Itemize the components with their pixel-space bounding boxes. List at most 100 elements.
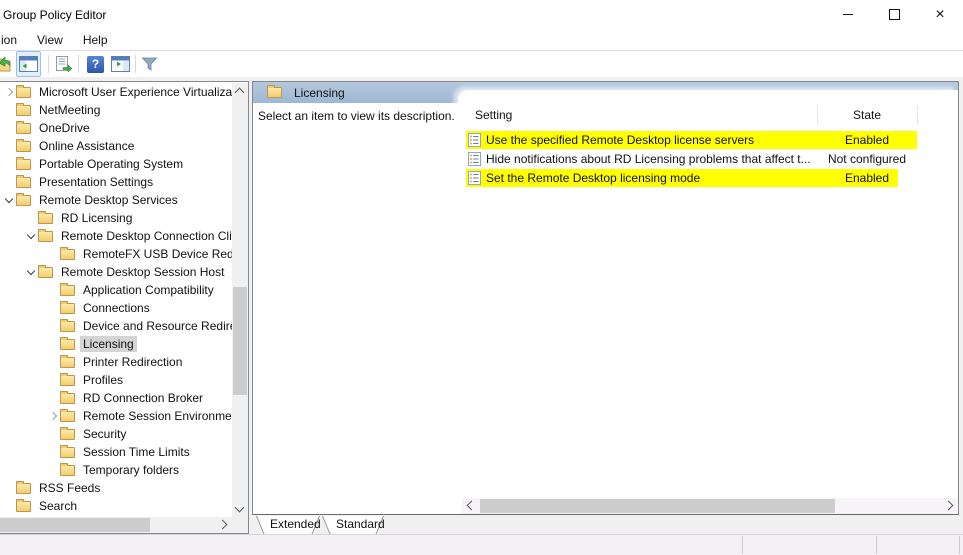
console-tree-panel: Microsoft User Experience Virtualizat Net… <box>0 81 249 534</box>
chevron-right-icon[interactable] <box>46 407 60 425</box>
column-header-state[interactable]: State <box>817 108 917 122</box>
console-window-icon[interactable] <box>0 54 14 74</box>
tree-item[interactable]: Security <box>0 425 232 443</box>
tree-item-label: NetMeeting <box>39 103 101 117</box>
scroll-thumb[interactable] <box>233 287 247 395</box>
tree-item-label: Licensing <box>80 336 137 352</box>
folder-icon <box>60 408 75 422</box>
filter-button[interactable] <box>141 53 158 75</box>
chevron-down-icon[interactable] <box>24 263 38 281</box>
tree-item[interactable]: Application Compatibility <box>0 281 232 299</box>
tab-standard[interactable]: Standard <box>322 516 385 535</box>
chevron-down-icon[interactable] <box>2 191 16 209</box>
show-console-tree-button[interactable] <box>16 51 41 77</box>
setting-name: Hide notifications about RD Licensing pr… <box>486 151 811 166</box>
scroll-left-button[interactable] <box>462 498 478 514</box>
menu-help[interactable]: Help <box>73 33 118 47</box>
tree-horizontal-scrollbar[interactable] <box>0 517 232 533</box>
maximize-button[interactable] <box>871 0 917 29</box>
column-separator[interactable] <box>917 105 918 124</box>
scroll-right-button[interactable] <box>942 498 958 514</box>
tree-item[interactable]: RD Licensing <box>0 209 232 227</box>
tree-item[interactable]: Connections <box>0 299 232 317</box>
tree-item[interactable]: NetMeeting <box>0 101 232 119</box>
tree-item[interactable]: Remote Session Environment <box>0 407 232 425</box>
tree-item-label: Remote Desktop Session Host <box>61 265 225 279</box>
tree-item[interactable]: Device and Resource Redirect <box>0 317 232 335</box>
tree-item-label: Online Assistance <box>39 139 135 153</box>
tree-item[interactable]: Portable Operating System <box>0 155 232 173</box>
tree-item[interactable]: Profiles <box>0 371 232 389</box>
toolbar-separator <box>48 55 49 73</box>
list-horizontal-scrollbar[interactable] <box>462 498 958 514</box>
window-title: Group Policy Editor <box>3 7 107 22</box>
scroll-thumb[interactable] <box>0 518 150 532</box>
tree-item[interactable]: Online Assistance <box>0 137 232 155</box>
scroll-down-button[interactable] <box>232 501 248 517</box>
setting-row[interactable]: Set the Remote Desktop licensing mode Ena… <box>466 168 917 187</box>
policy-setting-icon <box>468 170 481 185</box>
tree-item[interactable]: Printer Redirection <box>0 353 232 371</box>
toolbar: ? <box>0 51 963 77</box>
menu-action[interactable]: ion <box>0 33 27 47</box>
description-text: Select an item to view its description. <box>258 109 455 123</box>
close-button[interactable]: × <box>917 0 963 29</box>
tree-item[interactable]: RSS Feeds <box>0 479 232 497</box>
menu-view[interactable]: View <box>27 33 73 47</box>
folder-icon <box>16 174 31 188</box>
tree-item[interactable]: RD Connection Broker <box>0 389 232 407</box>
tree-item[interactable]: Licensing <box>0 335 232 353</box>
column-header-setting[interactable]: Setting <box>475 108 512 122</box>
tree-item[interactable]: Session Time Limits <box>0 443 232 461</box>
show-action-pane-button[interactable] <box>111 53 130 75</box>
menu-bar: ion View Help <box>0 29 963 51</box>
title-bar[interactable]: Group Policy Editor × <box>0 0 963 29</box>
chevron-left-icon <box>466 500 477 511</box>
tree-items: Microsoft User Experience Virtualizat Net… <box>0 83 232 517</box>
settings-rows: Use the specified Remote Desktop license… <box>466 130 917 187</box>
tree-item-label: Remote Desktop Connection Cli <box>61 229 232 243</box>
chevron-down-icon[interactable] <box>24 227 38 245</box>
tree-item[interactable]: Remote Desktop Connection Cli <box>0 227 232 245</box>
chevron-right-icon[interactable] <box>2 83 16 101</box>
tree-item-label: Temporary folders <box>83 463 180 477</box>
setting-state: Enabled <box>844 170 890 185</box>
tree-item[interactable]: Remote Desktop Session Host <box>0 263 232 281</box>
setting-row[interactable]: Hide notifications about RD Licensing pr… <box>466 149 917 168</box>
tree-item[interactable]: Microsoft User Experience Virtualizat <box>0 83 232 101</box>
column-separator[interactable] <box>817 105 818 124</box>
scroll-up-button[interactable] <box>232 83 248 99</box>
scroll-thumb[interactable] <box>480 499 835 513</box>
policy-setting-icon <box>468 151 481 166</box>
setting-row[interactable]: Use the specified Remote Desktop license… <box>466 130 917 149</box>
help-button[interactable]: ? <box>87 55 104 73</box>
tree-item[interactable]: Presentation Settings <box>0 173 232 191</box>
export-list-button[interactable] <box>54 53 73 75</box>
tree-vertical-scrollbar[interactable] <box>232 83 248 517</box>
tree-item[interactable]: Search <box>0 497 232 515</box>
filter-icon <box>141 57 158 71</box>
tree-item-label: RemoteFX USB Device Redire <box>83 247 232 261</box>
tree-item[interactable]: Remote Desktop Services <box>0 191 232 209</box>
minimize-icon <box>843 14 853 15</box>
scroll-right-button[interactable] <box>216 517 232 533</box>
tree-item[interactable]: Temporary folders <box>0 461 232 479</box>
status-divider <box>742 536 743 554</box>
minimize-button[interactable] <box>825 0 871 29</box>
group-policy-editor-window: Group Policy Editor × ion View Help ? Mi… <box>0 0 963 555</box>
tree-item[interactable]: OneDrive <box>0 119 232 137</box>
tree-item[interactable]: RemoteFX USB Device Redire <box>0 245 232 263</box>
toolbar-separator <box>135 55 136 73</box>
tab-extended[interactable]: Extended <box>256 516 321 535</box>
